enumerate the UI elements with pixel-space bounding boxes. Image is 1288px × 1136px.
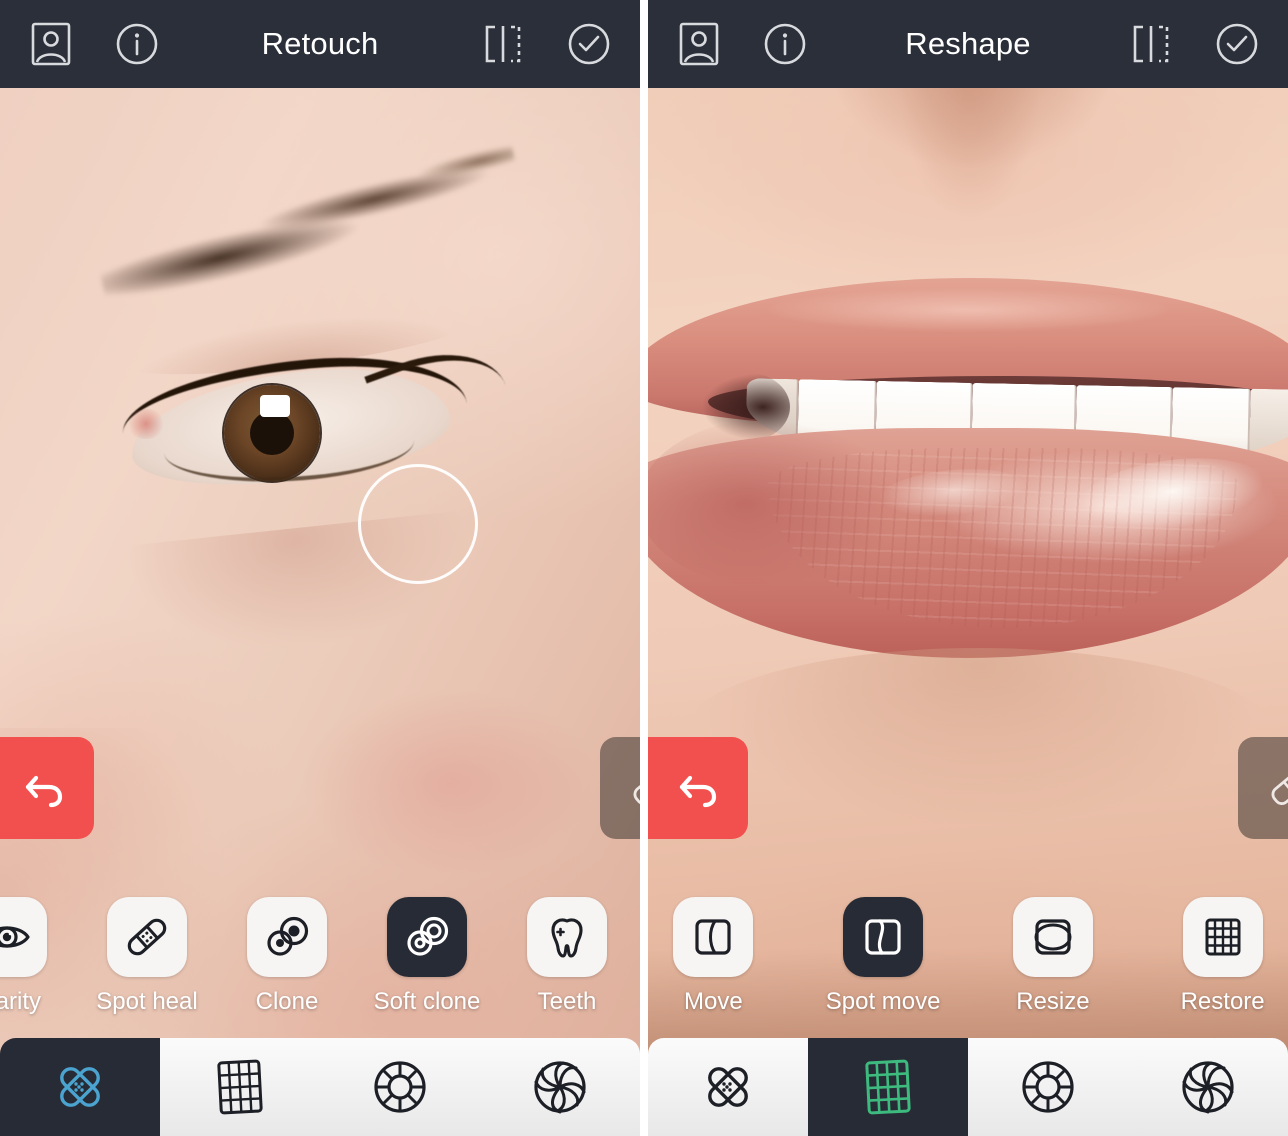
nav-item-reshape[interactable] <box>160 1038 320 1136</box>
tool-move[interactable]: Move <box>648 897 779 1016</box>
restore-icon <box>1205 918 1241 956</box>
header-right-icons <box>460 0 632 88</box>
tear-duct <box>126 409 166 439</box>
page-title: Retouch <box>261 26 379 61</box>
eye-icon <box>0 926 30 948</box>
nav-item-retouch[interactable] <box>648 1038 808 1136</box>
clone-icon <box>267 916 309 956</box>
panel-retouch: Retouch arity Spot heal Clone Soft clone… <box>0 0 640 1136</box>
nav-item-retouch[interactable] <box>0 1038 160 1136</box>
info-icon[interactable] <box>742 0 828 88</box>
portrait-icon[interactable] <box>656 0 742 88</box>
tool-strip-reshape: Move Spot move Resize Restore <box>648 897 1288 1016</box>
tool-tile-clarity[interactable] <box>0 897 47 977</box>
cheek <box>300 688 600 878</box>
bottom-nav-reshape <box>648 1038 1288 1136</box>
undo-button[interactable] <box>648 737 748 839</box>
page-title: Reshape <box>905 26 1031 61</box>
tool-clone[interactable]: Clone <box>217 897 357 1016</box>
tool-label-spot-move: Spot move <box>825 988 941 1015</box>
iris-color-icon <box>1022 1061 1074 1113</box>
info-icon[interactable] <box>94 0 180 88</box>
philtrum <box>900 88 1040 223</box>
tool-soft-clone[interactable]: Soft clone <box>357 897 497 1016</box>
resize-icon <box>1034 919 1072 955</box>
nav-item-effects[interactable] <box>480 1038 640 1136</box>
tool-label-clone: Clone <box>255 988 319 1015</box>
tool-tile-spot-heal[interactable] <box>107 897 187 977</box>
tool-restore[interactable]: Restore <box>1157 897 1288 1016</box>
swirl-effects-icon <box>1182 1061 1234 1114</box>
header-bar-retouch: Retouch <box>0 0 640 88</box>
tool-tile-teeth[interactable] <box>527 897 607 977</box>
brush-circle-white[interactable] <box>358 464 478 584</box>
check-circle-icon[interactable] <box>546 0 632 88</box>
nav-item-eyes[interactable] <box>320 1038 480 1136</box>
move-icon <box>695 919 731 955</box>
tool-label-move: Move <box>684 988 743 1015</box>
upper-lip-highlight <box>768 288 1168 332</box>
tool-tile-resize[interactable] <box>1012 897 1093 977</box>
eraser-button[interactable] <box>1238 737 1288 839</box>
tool-label-teeth: Teeth <box>537 988 597 1015</box>
tooth-icon <box>551 918 583 958</box>
lower-lip-shadow <box>648 418 908 588</box>
compare-split-icon[interactable] <box>460 0 546 88</box>
header-left-icons-reshape <box>656 0 828 88</box>
check-circle-icon[interactable] <box>1194 0 1280 88</box>
tool-tile-spot-move[interactable] <box>843 897 924 977</box>
tool-label-resize: Resize <box>1016 988 1090 1015</box>
tool-tile-clone[interactable] <box>247 897 327 977</box>
header-bar-reshape: Reshape <box>648 0 1288 88</box>
spot-move-icon <box>865 919 901 955</box>
nav-item-effects[interactable] <box>1128 1038 1288 1136</box>
tool-teeth[interactable]: Teeth <box>497 897 637 1016</box>
nav-item-reshape[interactable] <box>808 1038 968 1136</box>
tool-tile-soft-clone[interactable] <box>387 897 467 977</box>
tool-strip-retouch: Clarity <box>0 897 640 1016</box>
bandage-icon <box>127 918 167 956</box>
retouch-bandage-icon <box>60 1067 100 1107</box>
chin <box>678 648 1278 828</box>
eyebrow <box>90 135 530 321</box>
swirl-effects-icon <box>534 1061 586 1114</box>
grid-reshape-icon <box>217 1059 263 1115</box>
tool-label-soft-clone: Soft clone <box>373 988 481 1015</box>
bottom-nav-retouch <box>0 1038 640 1136</box>
iris-color-icon <box>374 1061 426 1113</box>
soft-clone-icon <box>407 916 449 956</box>
tool-tile-move[interactable] <box>673 897 754 977</box>
portrait-icon[interactable] <box>8 0 94 88</box>
tool-resize[interactable]: Resize <box>988 897 1119 1016</box>
tool-label-spot-heal: Spot heal <box>96 988 198 1015</box>
eraser-button[interactable] <box>600 737 640 839</box>
nav-item-eyes[interactable] <box>968 1038 1128 1136</box>
tool-spot-heal[interactable]: Spot heal <box>77 897 217 1016</box>
header-left-icons <box>8 0 180 88</box>
panel-reshape: Reshape Move Spot move Resize Restore <box>648 0 1288 1136</box>
tool-spot-move[interactable]: Spot move <box>818 897 949 1016</box>
retouch-bandage-icon <box>708 1067 748 1107</box>
tool-clarity[interactable]: Clarity <box>0 897 77 1016</box>
tool-label-clarity: Clarity <box>0 988 41 1015</box>
compare-split-icon[interactable] <box>1108 0 1194 88</box>
tool-label-restore: Restore <box>1180 988 1265 1015</box>
tool-tile-restore[interactable] <box>1182 897 1263 977</box>
header-right-icons-reshape <box>1108 0 1280 88</box>
undo-button[interactable] <box>0 737 94 839</box>
grid-reshape-icon <box>865 1059 911 1115</box>
dual-screenshot-comparison: Retouch arity Spot heal Clone Soft clone… <box>0 0 1288 1136</box>
